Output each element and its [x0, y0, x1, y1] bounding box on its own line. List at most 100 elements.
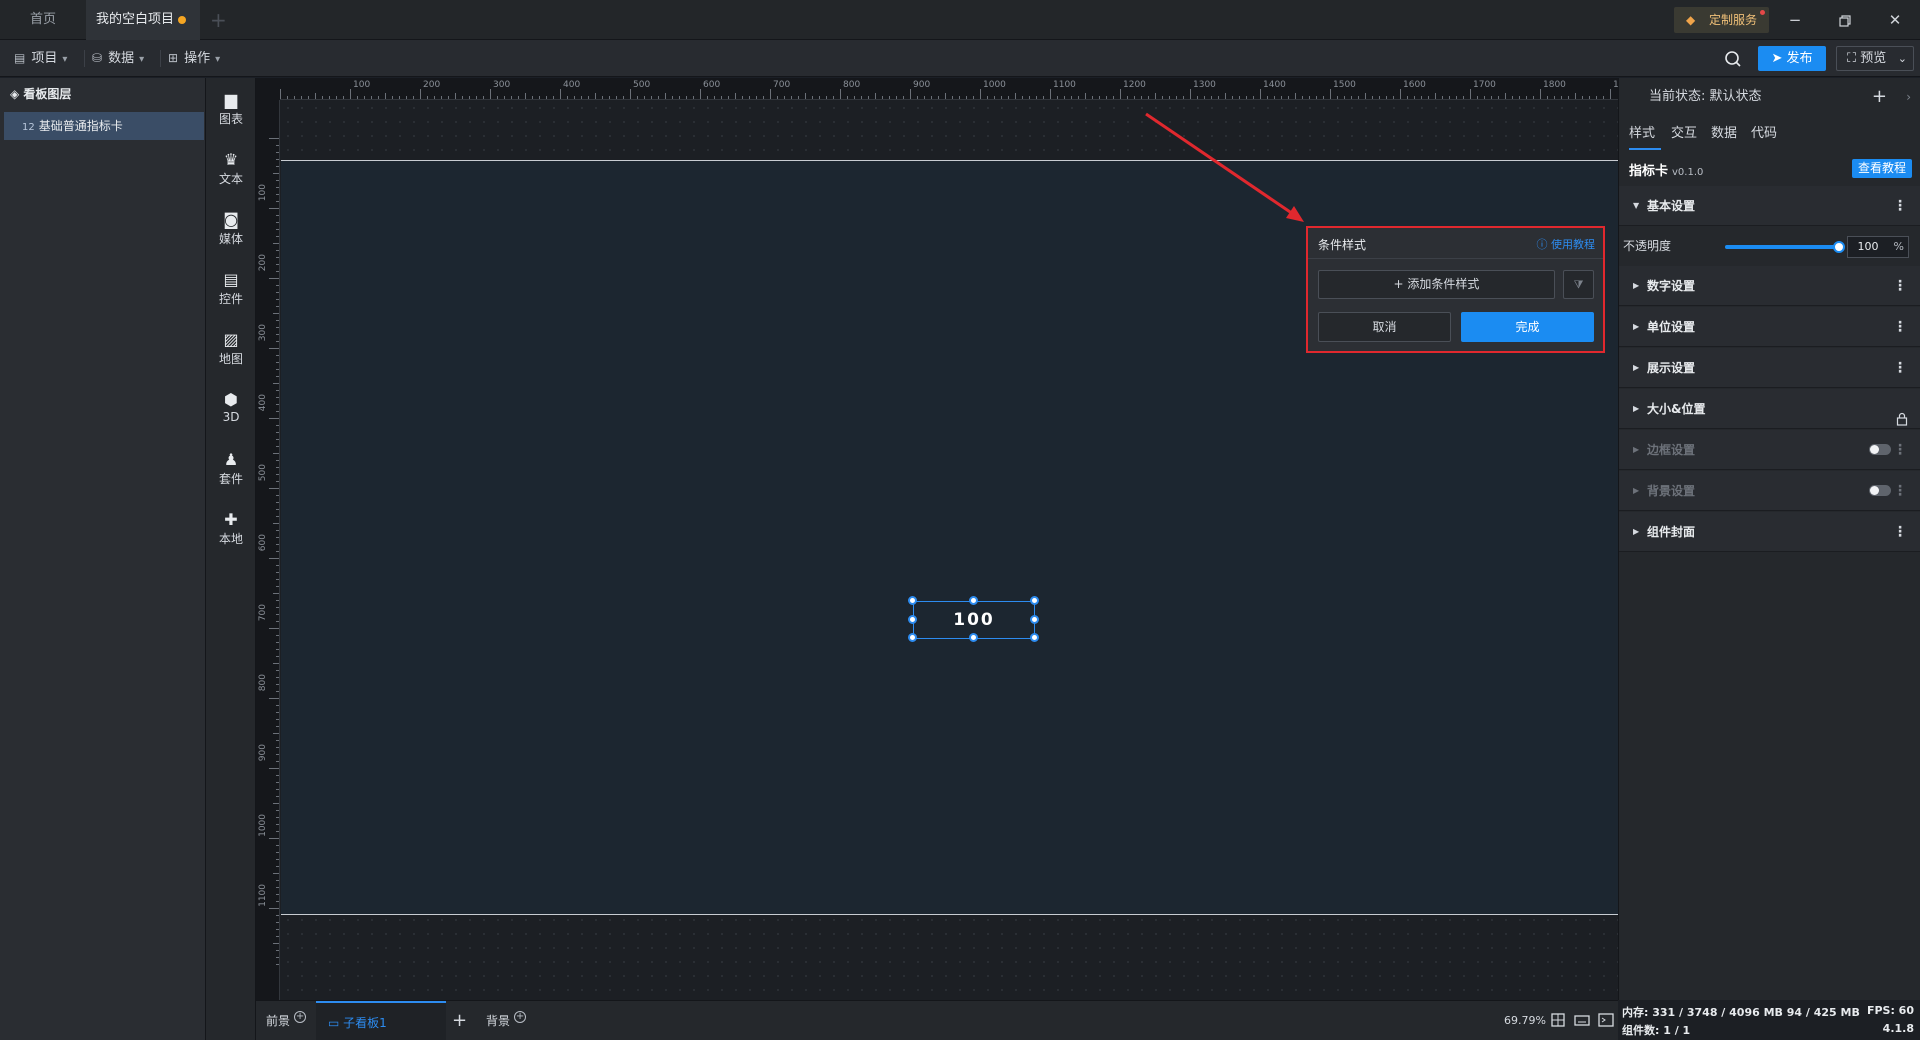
chevron-right-icon[interactable]: › — [1906, 78, 1911, 116]
component-count: 组件数: 1 / 1 — [1622, 1024, 1691, 1037]
tab-sub-board[interactable]: ▭ 子看板1 — [316, 1001, 446, 1040]
close-icon[interactable]: ✕ — [1870, 0, 1920, 40]
opacity-slider-fill — [1725, 245, 1841, 249]
section-number[interactable]: ▶ 数字设置 ⋮ — [1619, 266, 1920, 306]
tab-foreground[interactable]: 前景 + — [266, 1001, 307, 1040]
component-chart-label: 图表 — [218, 112, 243, 126]
menu-operation-label: 操作 — [184, 51, 211, 66]
section-border[interactable]: ▶ 边框设置 ⋮ — [1619, 430, 1920, 470]
custom-service-button[interactable]: ◆ 定制服务 — [1674, 7, 1769, 33]
fps-counter: FPS: 60 — [1866, 1004, 1914, 1017]
search-icon[interactable] — [1722, 48, 1744, 70]
canvas-area[interactable]: 100 100 200 300 400 500 600 700 800 900 1000 1100 1… — [256, 78, 1618, 1000]
minimize-icon[interactable]: − — [1770, 0, 1820, 40]
popup-divider — [1308, 258, 1603, 259]
opacity-label: 不透明度 — [1623, 239, 1672, 253]
tab-interaction[interactable]: 交互 — [1671, 122, 1697, 150]
menu-operation[interactable]: ⊞ 操作 ▾ — [168, 40, 220, 77]
component-text[interactable]: ♛ 文本 — [206, 150, 256, 187]
component-map[interactable]: ▨ 地图 — [206, 330, 256, 367]
fit-screen-icon[interactable] — [1550, 1012, 1566, 1028]
condition-style-popup: 条件样式 ⓘ 使用教程 + 添加条件样式 ⧩ 取消 完成 — [1306, 226, 1605, 353]
more-icon[interactable]: ⋮ — [1893, 512, 1907, 552]
tab-background[interactable]: 背景 + — [486, 1001, 527, 1040]
add-state-icon[interactable]: + — [1872, 78, 1887, 116]
gem-icon: ◆ — [1686, 13, 1696, 27]
opacity-input[interactable]: 100 % — [1847, 236, 1909, 258]
component-suite[interactable]: ♟ 套件 — [206, 450, 256, 487]
help-link[interactable]: ⓘ 使用教程 — [1537, 236, 1596, 252]
border-toggle[interactable] — [1869, 444, 1891, 455]
state-value: 默认状态 — [1709, 89, 1762, 104]
section-background[interactable]: ▶ 背景设置 ⋮ — [1619, 471, 1920, 511]
section-cover-label: 组件封面 — [1647, 525, 1696, 539]
menu-data[interactable]: ⛁ 数据 ▾ — [92, 40, 144, 77]
custom-service-label: 定制服务 — [1709, 13, 1758, 27]
tab-project-label: 我的空白项目 — [96, 12, 175, 27]
more-icon[interactable]: ⋮ — [1893, 186, 1907, 226]
restore-icon[interactable] — [1820, 0, 1870, 40]
opacity-slider[interactable] — [1725, 241, 1845, 253]
component-local[interactable]: ✚ 本地 — [206, 510, 256, 547]
tab-project[interactable]: 我的空白项目 — [86, 0, 200, 40]
menu-data-label: 数据 — [108, 51, 135, 66]
tab-data[interactable]: 数据 — [1711, 122, 1737, 150]
caret-right-icon: ▶ — [1633, 322, 1640, 331]
tab-style[interactable]: 样式 — [1629, 122, 1661, 150]
section-size-position[interactable]: ▶ 大小&位置 — [1619, 389, 1920, 429]
cube-icon: ⬢ — [224, 390, 238, 409]
keyboard-icon[interactable] — [1574, 1012, 1590, 1028]
database-icon: ⛁ — [92, 51, 103, 65]
component-widget[interactable]: ▤ 控件 — [206, 270, 256, 307]
more-icon[interactable]: ⋮ — [1893, 471, 1907, 511]
cancel-button[interactable]: 取消 — [1318, 312, 1451, 342]
add-tab-icon[interactable]: + — [210, 8, 227, 32]
app-version: 4.1.8 — [1882, 1022, 1914, 1035]
tab-code[interactable]: 代码 — [1751, 122, 1777, 150]
terminal-icon[interactable] — [1598, 1012, 1614, 1028]
more-icon[interactable]: ⋮ — [1893, 307, 1907, 347]
view-tutorial-button[interactable]: 查看教程 — [1851, 159, 1912, 178]
menu-divider — [84, 50, 85, 67]
preview-button[interactable]: ⛶ 预览 ⌄ — [1836, 46, 1914, 71]
section-unit[interactable]: ▶ 单位设置 ⋮ — [1619, 307, 1920, 347]
section-display[interactable]: ▶ 展示设置 ⋮ — [1619, 348, 1920, 388]
property-tabs: 样式 交互 数据 代码 — [1619, 122, 1920, 150]
menu-project[interactable]: ▤ 项目 ▾ — [14, 40, 67, 77]
add-circle-icon[interactable]: + — [514, 1011, 527, 1023]
state-row[interactable]: 当前状态: 默认状态 + › — [1619, 78, 1920, 116]
tab-home[interactable]: 首页 — [0, 0, 86, 40]
layers-title: 看板图层 — [23, 87, 72, 101]
add-condition-button[interactable]: + 添加条件样式 — [1318, 270, 1555, 299]
caret-right-icon: ▶ — [1633, 445, 1640, 454]
filter-icon[interactable]: ⧩ — [1563, 270, 1594, 299]
help-icon: ⓘ — [1536, 238, 1551, 251]
section-unit-label: 单位设置 — [1647, 320, 1696, 334]
component-3d[interactable]: ⬢ 3D — [206, 390, 256, 424]
state-label: 当前状态: — [1649, 89, 1706, 104]
zoom-level[interactable]: 69.79% — [1504, 1001, 1546, 1040]
background-toggle[interactable] — [1869, 485, 1891, 496]
section-cover[interactable]: ▶ 组件封面 ⋮ — [1619, 512, 1920, 552]
bottom-bar: 前景 + ▭ 子看板1 + 背景 + 69.79% — [256, 1000, 1618, 1040]
plus-icon: + — [1393, 277, 1408, 291]
component-media[interactable]: ◙ 媒体 — [206, 210, 256, 247]
layer-item[interactable]: 12 基础普通指标卡 — [4, 112, 204, 140]
section-size-position-label: 大小&位置 — [1647, 402, 1706, 416]
lock-icon[interactable] — [1895, 402, 1909, 426]
caret-right-icon: ▶ — [1633, 486, 1640, 495]
properties-panel: 当前状态: 默认状态 + › 样式 交互 数据 代码 指标卡 v0.1.0 查看教… — [1618, 78, 1920, 1000]
opacity-slider-thumb[interactable] — [1833, 241, 1845, 253]
more-icon[interactable]: ⋮ — [1893, 266, 1907, 306]
done-button[interactable]: 完成 — [1461, 312, 1594, 342]
more-icon[interactable]: ⋮ — [1893, 348, 1907, 388]
chevron-down-icon: ▾ — [62, 54, 68, 65]
add-board-icon[interactable]: + — [452, 1001, 467, 1040]
more-icon[interactable]: ⋮ — [1893, 430, 1907, 470]
add-circle-icon[interactable]: + — [294, 1011, 307, 1023]
section-basic[interactable]: ▼ 基本设置 ⋮ — [1619, 186, 1920, 226]
component-chart[interactable]: ▆ 图表 — [206, 90, 256, 127]
add-condition-label: 添加条件样式 — [1407, 277, 1480, 291]
menu-project-label: 项目 — [31, 51, 58, 66]
publish-button[interactable]: ➤ 发布 — [1758, 46, 1826, 71]
